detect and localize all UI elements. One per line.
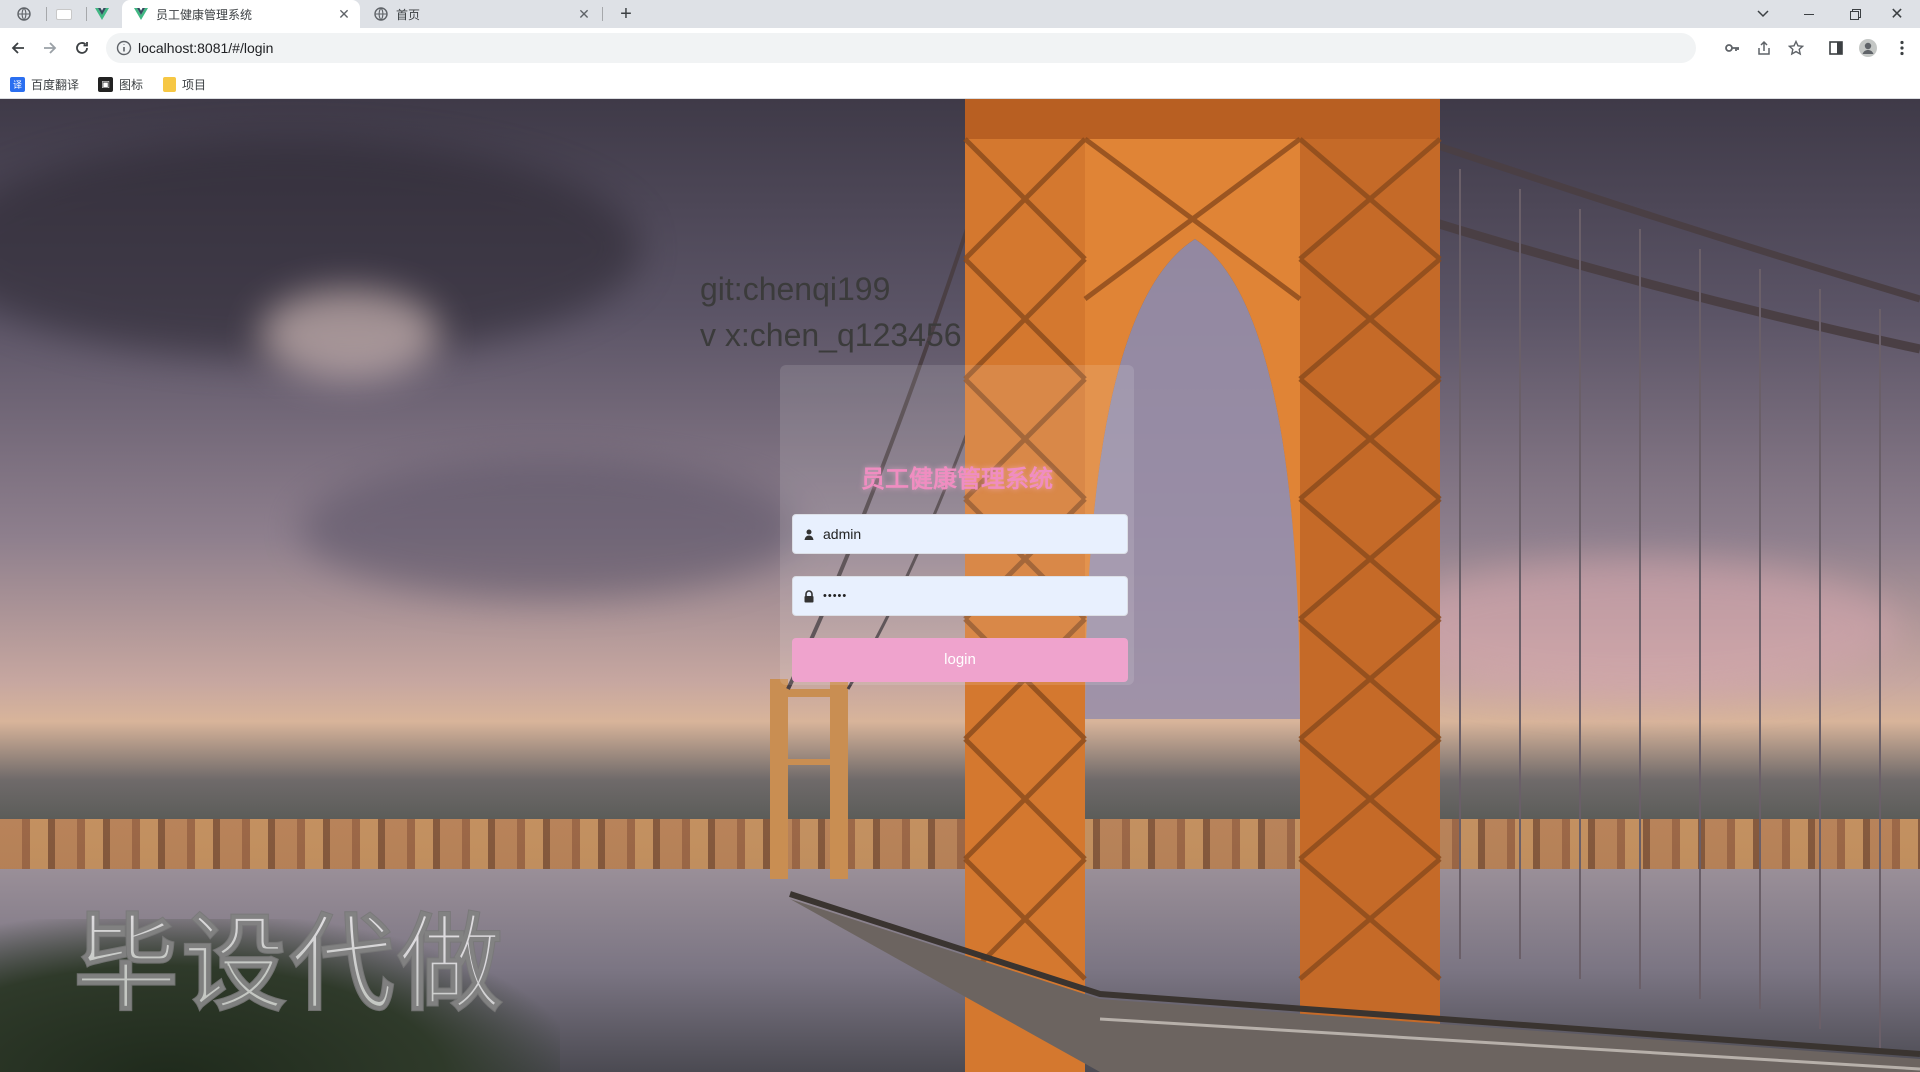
bookmark-projects[interactable]: 项目	[163, 76, 206, 93]
globe-icon	[374, 7, 388, 21]
tab-home[interactable]: 首页 ✕	[362, 0, 600, 28]
close-icon: ✕	[1890, 6, 1904, 23]
bookmark-label: 图标	[119, 78, 144, 92]
bookmark-star-button[interactable]	[1786, 38, 1806, 58]
close-tab-icon[interactable]: ✕	[336, 6, 352, 22]
bookmark-label: 百度翻译	[31, 78, 80, 92]
username-field[interactable]: admin	[792, 514, 1128, 554]
user-icon	[802, 527, 816, 541]
vue-logo-icon	[134, 8, 148, 20]
globe-icon	[17, 7, 31, 21]
password-key-button[interactable]	[1722, 38, 1742, 58]
password-value: •••••	[823, 590, 848, 602]
forward-button[interactable]	[38, 36, 62, 60]
folder-icon	[163, 77, 176, 92]
username-value: admin	[823, 526, 862, 542]
address-bar[interactable]: localhost:8081/#/login	[106, 33, 1696, 63]
profile-button[interactable]	[1858, 38, 1878, 58]
restore-icon	[1849, 8, 1861, 20]
more-vert-icon	[1900, 40, 1904, 56]
share-icon	[1758, 40, 1770, 55]
image-icon: ▣	[98, 77, 113, 92]
minimize-button[interactable]	[1786, 0, 1832, 28]
bookmark-label: 项目	[182, 78, 207, 92]
lock-icon	[802, 589, 816, 603]
tab-pinned-2[interactable]	[44, 0, 84, 28]
browser-toolbar: localhost:8081/#/login	[0, 28, 1920, 68]
password-field[interactable]: •••••	[792, 576, 1128, 616]
distant-tower	[770, 679, 848, 879]
close-window-button[interactable]: ✕	[1874, 0, 1920, 28]
side-panel-icon	[1829, 41, 1843, 55]
side-panel-button[interactable]	[1826, 38, 1846, 58]
tab-search-button[interactable]	[1740, 0, 1786, 28]
login-title: 员工健康管理系统	[861, 466, 1053, 493]
minimize-icon	[1804, 13, 1814, 15]
bookmark-icons[interactable]: ▣ 图标	[98, 76, 143, 93]
tab-pinned-3[interactable]	[82, 0, 122, 28]
new-tab-button[interactable]: +	[614, 2, 638, 26]
share-button[interactable]	[1754, 38, 1774, 58]
overlay-contact-text: v x:chen_q123456	[700, 317, 962, 353]
login-button[interactable]: login	[792, 638, 1128, 682]
reload-button[interactable]	[70, 36, 94, 60]
url-text: localhost:8081/#/login	[138, 40, 274, 56]
vue-logo-icon	[95, 8, 109, 20]
login-card: 员工健康管理系统 admin ••••• login	[780, 365, 1134, 685]
bookmark-baidu-translate[interactable]: 译 百度翻译	[10, 76, 79, 93]
restore-button[interactable]	[1832, 0, 1878, 28]
translate-icon: 译	[10, 77, 25, 92]
chevron-down-icon	[1757, 10, 1769, 18]
avatar-icon	[1859, 39, 1877, 57]
star-icon	[1788, 40, 1804, 56]
reload-icon	[76, 42, 88, 54]
overlay-git-text: git:chenqi199	[700, 271, 891, 307]
tab-title: 员工健康管理系统	[156, 7, 253, 22]
tab-active[interactable]: 员工健康管理系统 ✕	[122, 0, 360, 28]
arrow-right-icon	[44, 42, 57, 54]
menu-button[interactable]	[1892, 38, 1912, 58]
watermark-text: 毕设代做	[73, 902, 507, 1026]
blank-page-icon	[56, 8, 72, 20]
bookmarks-bar: 译 百度翻译 ▣ 图标 项目	[0, 68, 1920, 99]
page-viewport: git:chenqi199 v x:chen_q123456 员工健康管理系统 …	[0, 99, 1920, 1072]
key-icon	[1725, 44, 1739, 52]
suspender-ropes	[1459, 169, 1881, 1049]
tab-title: 首页	[396, 7, 421, 22]
arrow-left-icon	[11, 42, 24, 54]
info-icon[interactable]	[116, 40, 132, 56]
back-button[interactable]	[6, 36, 30, 60]
tab-pinned-1[interactable]	[4, 0, 44, 28]
close-tab-icon[interactable]: ✕	[576, 6, 592, 22]
tab-strip: 员工健康管理系统 ✕ 首页 ✕ + ✕	[0, 0, 1920, 28]
